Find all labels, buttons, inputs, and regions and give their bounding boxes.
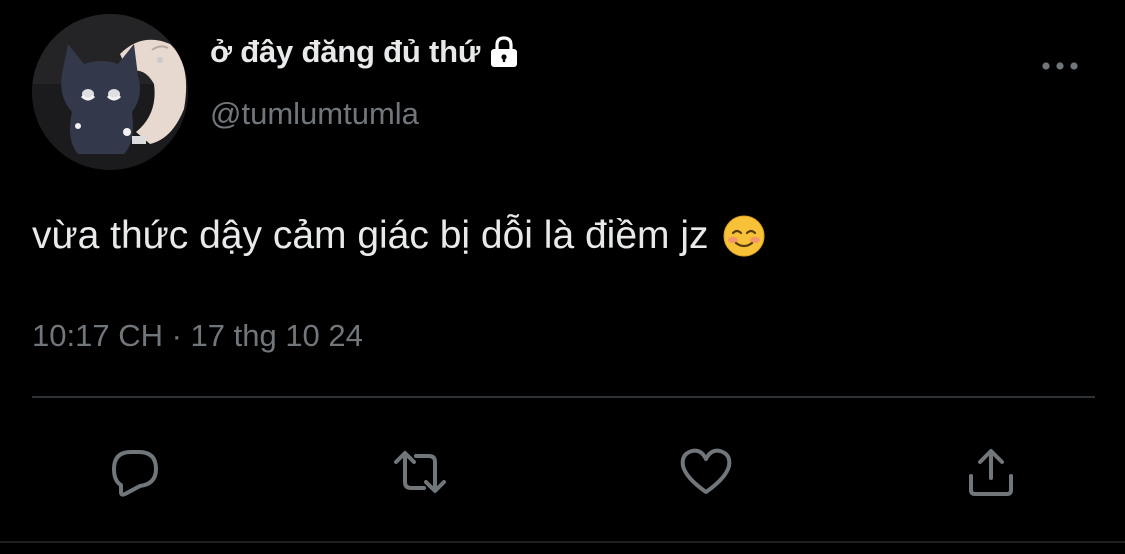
divider (32, 396, 1095, 398)
lock-icon (486, 34, 522, 70)
like-button[interactable] (676, 442, 736, 502)
bottom-divider (0, 541, 1125, 543)
display-name-text: ở đây đăng đủ thứ (210, 34, 481, 69)
tweet-text: vừa thức dậy cảm giác bị dỗi là điềm jz (32, 214, 765, 258)
handle[interactable]: @tumlumtumla (210, 96, 419, 132)
reply-icon (112, 450, 158, 497)
heart-icon (680, 448, 732, 494)
avatar[interactable] (32, 14, 188, 170)
more-options-icon (1042, 62, 1078, 70)
share-button[interactable] (961, 442, 1021, 502)
reply-button[interactable] (105, 442, 165, 502)
display-name[interactable]: ở đây đăng đủ thứ (210, 34, 522, 70)
tweet-text-content: vừa thức dậy cảm giác bị dỗi là điềm jz (32, 214, 709, 257)
avatar-image (32, 14, 188, 170)
more-options-button[interactable] (1038, 52, 1082, 80)
retweet-icon (394, 451, 446, 493)
timestamp[interactable]: 10:17 CH · 17 thg 10 24 (32, 318, 363, 354)
share-icon (969, 449, 1013, 496)
smiling-face-emoji (723, 215, 765, 257)
retweet-button[interactable] (390, 442, 450, 502)
tweet-detail: ở đây đăng đủ thứ @tumlumtumla vừa thức … (0, 0, 1125, 554)
